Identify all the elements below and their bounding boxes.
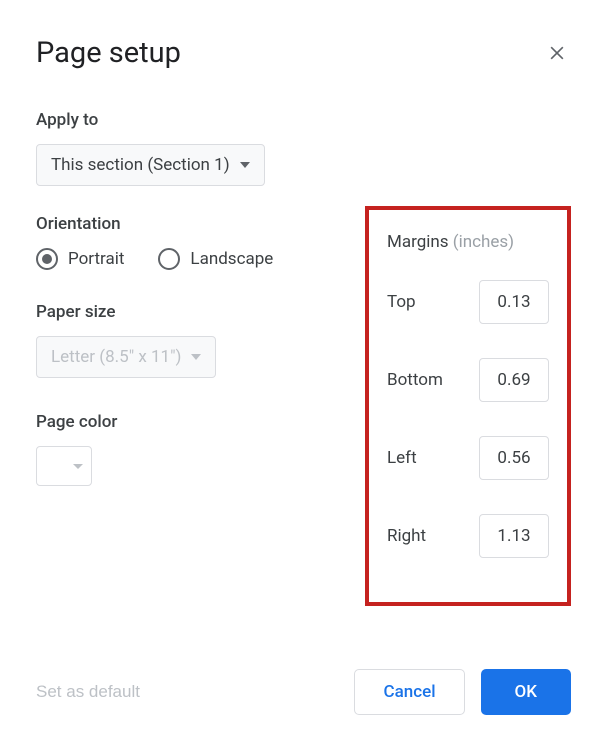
- orientation-radio-group: Portrait Landscape: [36, 248, 365, 270]
- orientation-landscape-radio[interactable]: Landscape: [158, 248, 273, 270]
- margin-right-label: Right: [387, 526, 426, 546]
- footer-buttons: Cancel OK: [354, 669, 571, 715]
- margin-top-input[interactable]: [479, 280, 549, 324]
- paper-size-label: Paper size: [36, 302, 365, 322]
- apply-to-section: Apply to This section (Section 1): [36, 110, 571, 186]
- margin-bottom-row: Bottom: [387, 358, 549, 402]
- dialog-header: Page setup: [36, 36, 571, 70]
- orientation-label: Orientation: [36, 214, 365, 234]
- page-setup-dialog: Page setup Apply to This section (Sectio…: [0, 0, 607, 743]
- left-column: Orientation Portrait Landscape Paper siz…: [36, 214, 365, 486]
- margins-panel: Margins (inches) Top Bottom Left Right: [365, 206, 571, 606]
- chevron-down-icon: [240, 162, 250, 168]
- margin-left-input[interactable]: [479, 436, 549, 480]
- page-color-section: Page color: [36, 412, 365, 486]
- page-color-label: Page color: [36, 412, 365, 432]
- margin-left-row: Left: [387, 436, 549, 480]
- margins-label: Margins: [387, 232, 449, 252]
- margin-right-input[interactable]: [479, 514, 549, 558]
- orientation-section: Orientation Portrait Landscape: [36, 214, 365, 270]
- paper-size-selected: Letter (8.5" x 11"): [51, 347, 181, 367]
- portrait-label: Portrait: [68, 249, 124, 269]
- close-button[interactable]: [543, 39, 571, 67]
- margin-left-label: Left: [387, 448, 417, 468]
- margin-right-row: Right: [387, 514, 549, 558]
- set-default-button[interactable]: Set as default: [36, 682, 140, 702]
- paper-size-dropdown[interactable]: Letter (8.5" x 11"): [36, 336, 216, 378]
- margin-bottom-input[interactable]: [479, 358, 549, 402]
- cancel-button[interactable]: Cancel: [354, 669, 464, 715]
- radio-icon: [36, 248, 58, 270]
- paper-size-section: Paper size Letter (8.5" x 11"): [36, 302, 365, 378]
- page-color-swatch[interactable]: [36, 446, 92, 486]
- main-content-row: Orientation Portrait Landscape Paper siz…: [36, 214, 571, 614]
- apply-to-label: Apply to: [36, 110, 571, 130]
- ok-button[interactable]: OK: [481, 669, 571, 715]
- margin-bottom-label: Bottom: [387, 370, 443, 390]
- margin-top-row: Top: [387, 280, 549, 324]
- margins-unit: (inches): [453, 232, 514, 252]
- apply-to-selected: This section (Section 1): [51, 155, 230, 175]
- dialog-footer: Set as default Cancel OK: [36, 669, 571, 715]
- apply-to-dropdown[interactable]: This section (Section 1): [36, 144, 265, 186]
- margin-top-label: Top: [387, 292, 416, 312]
- close-icon: [547, 43, 567, 63]
- margins-title: Margins (inches): [387, 232, 549, 252]
- chevron-down-icon: [191, 354, 201, 360]
- radio-icon: [158, 248, 180, 270]
- landscape-label: Landscape: [190, 249, 273, 269]
- dialog-title: Page setup: [36, 36, 181, 70]
- orientation-portrait-radio[interactable]: Portrait: [36, 248, 124, 270]
- chevron-down-icon: [73, 464, 83, 469]
